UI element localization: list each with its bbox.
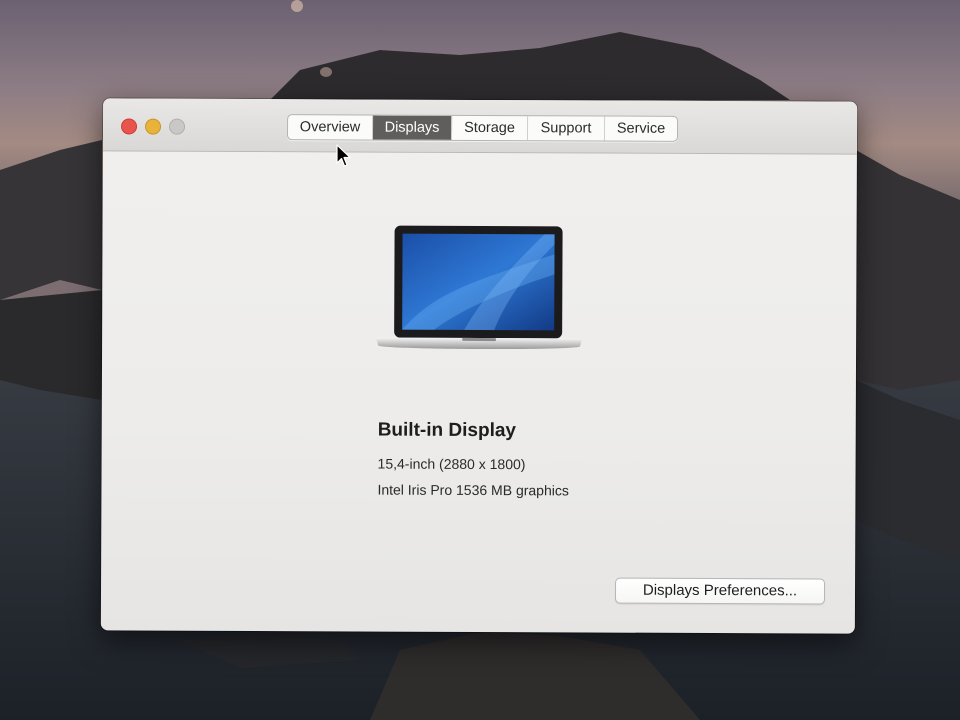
tab-bar: Overview Displays Storage Support Servic… — [286, 114, 679, 142]
tab-service[interactable]: Service — [605, 117, 677, 141]
about-this-mac-window[interactable]: Overview Displays Storage Support Servic… — [100, 98, 858, 634]
minimize-button[interactable] — [145, 118, 162, 135]
window-titlebar[interactable]: Overview Displays Storage Support Servic… — [102, 98, 858, 155]
zoom-button — [169, 118, 186, 135]
display-graphics: Intel Iris Pro 1536 MB graphics — [377, 481, 569, 499]
macbook-pro-icon — [376, 225, 583, 350]
tab-support[interactable]: Support — [527, 116, 606, 141]
arrow-cursor-icon — [336, 144, 351, 167]
display-size: 15,4-inch (2880 x 1800) — [377, 455, 526, 473]
desktop-wallpaper: Overview Displays Storage Support Servic… — [0, 0, 960, 720]
tab-overview[interactable]: Overview — [287, 115, 374, 140]
display-name: Built-in Display — [377, 419, 517, 442]
displays-preferences-button[interactable]: Displays Preferences... — [614, 577, 826, 605]
close-button[interactable] — [121, 118, 138, 135]
tab-displays[interactable]: Displays — [372, 115, 453, 140]
tab-storage[interactable]: Storage — [451, 115, 529, 141]
